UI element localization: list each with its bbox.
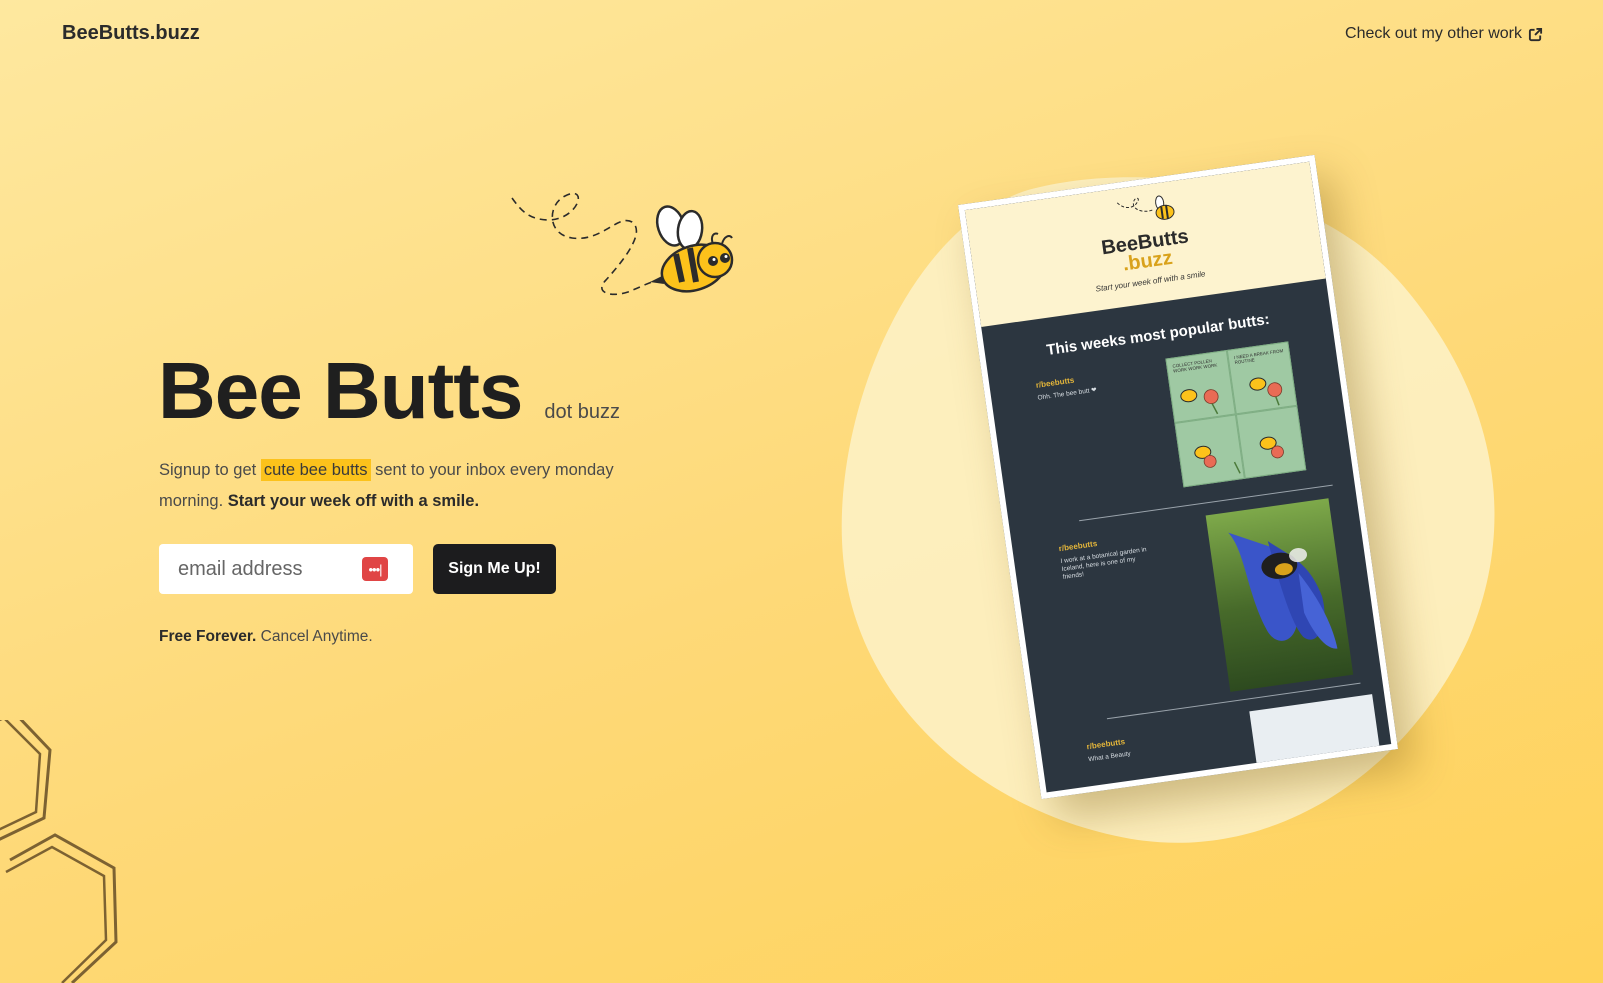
other-work-label: Check out my other work [1345,25,1522,42]
preview-bee-photo [1205,498,1354,692]
free-forever-bold: Free Forever. [159,628,257,645]
external-link-icon [1528,27,1543,41]
sign-up-button[interactable]: Sign Me Up! [433,544,556,594]
other-work-link[interactable]: Check out my other work [1345,25,1543,43]
flying-bee-illustration [511,192,734,296]
tagline-prefix: Signup to get [159,461,257,479]
email-field-wrapper: •••| [159,544,413,594]
hero-heading: Bee Butts dot buzz [158,345,620,437]
brand-logo[interactable]: BeeButts.buzz [62,22,200,45]
bee-on-flower-icon [1228,532,1338,649]
tagline: Signup to get cute bee butts sent to you… [159,455,629,517]
bee-icon [650,205,734,293]
preview-comic-image: COLLECT POLLEN WORK WORK WORK I NEED A B… [1165,341,1307,488]
bee-flight-path [511,192,653,296]
preview-post-author: r/beebutts [1035,375,1075,390]
free-forever-note: Free Forever. Cancel Anytime. [159,628,373,646]
tagline-bold: Start your week off with a smile. [227,492,480,510]
page-subtitle: dot buzz [544,401,621,423]
honeycomb-decoration [0,720,118,983]
password-manager-icon[interactable]: •••| [362,557,388,581]
comic-bees-icon [1180,377,1284,474]
top-nav: BeeButts.buzz Check out my other work [0,0,1603,70]
preview-post-author: r/beebutts [1058,538,1098,554]
preview-post-author: r/beebutts [1086,737,1126,752]
cancel-anytime-text: Cancel Anytime. [260,628,373,645]
tagline-highlight: cute bee butts [260,459,371,481]
preview-bee-icon [1116,195,1175,220]
page-title: Bee Butts [158,346,523,435]
